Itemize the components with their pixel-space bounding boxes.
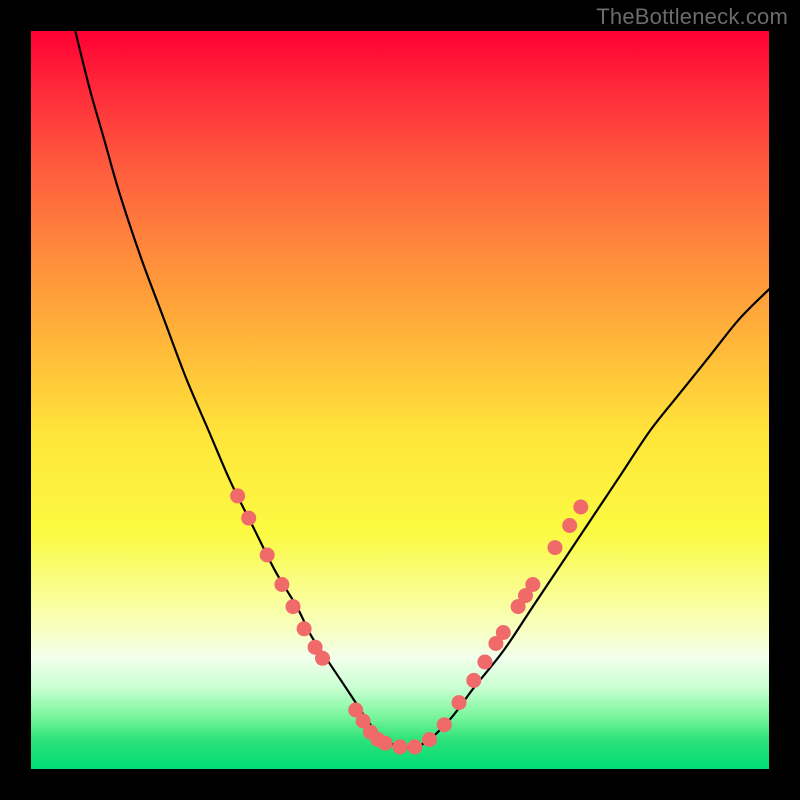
data-marker bbox=[241, 511, 256, 526]
data-marker bbox=[477, 655, 492, 670]
watermark-text: TheBottleneck.com bbox=[596, 4, 788, 30]
chart-frame: TheBottleneck.com bbox=[0, 0, 800, 800]
data-marker bbox=[437, 717, 452, 732]
data-marker bbox=[407, 739, 422, 754]
data-marker bbox=[260, 548, 275, 563]
data-marker bbox=[230, 488, 245, 503]
data-marker bbox=[452, 695, 467, 710]
data-marker bbox=[548, 540, 563, 555]
data-marker bbox=[573, 500, 588, 515]
data-marker bbox=[378, 736, 393, 751]
marker-group bbox=[230, 488, 588, 754]
data-marker bbox=[422, 732, 437, 747]
plot-area bbox=[31, 31, 769, 769]
chart-svg bbox=[31, 31, 769, 769]
data-marker bbox=[274, 577, 289, 592]
data-marker bbox=[562, 518, 577, 533]
bottleneck-curve bbox=[75, 31, 769, 748]
data-marker bbox=[525, 577, 540, 592]
data-marker bbox=[496, 625, 511, 640]
data-marker bbox=[393, 739, 408, 754]
data-marker bbox=[297, 621, 312, 636]
data-marker bbox=[315, 651, 330, 666]
data-marker bbox=[466, 673, 481, 688]
data-marker bbox=[286, 599, 301, 614]
